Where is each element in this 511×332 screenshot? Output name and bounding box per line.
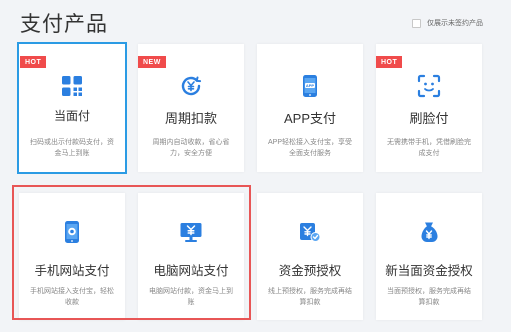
product-card-pc-site-pay[interactable]: 电脑网站支付 电脑网站付款，资金马上到账 [138,193,244,320]
face-scan-icon [417,74,441,98]
unsigned-only-filter[interactable]: 仅展示未签约产品 [412,18,483,28]
pc-site-icon [180,223,202,242]
preauth-icon [300,223,321,242]
product-desc: 当面预授权，服务完成再结算扣款 [387,288,471,306]
cycle-yuan-icon [181,76,202,96]
product-name: 电脑网站支付 [153,264,229,278]
product-desc: APP轻松接入支付宝，享受全面支付服务 [267,139,352,157]
hot-badge: HOT [20,56,47,68]
page-title: 支付产品 [20,13,108,36]
product-card-mobile-site-pay[interactable]: 手机网站支付 手机网站接入支付宝，轻松收款 [19,193,125,320]
product-name: 当面付 [53,109,90,123]
svg-text:APP: APP [306,83,315,88]
product-desc: 手机网站接入支付宝，轻松收款 [30,288,114,306]
product-desc: 扫码或出示付款码支付，资金马上到账 [30,139,114,157]
product-desc: 无需携带手机，凭借刷脸完成支付 [387,139,471,157]
money-bag-icon [421,222,438,242]
app-phone-icon: APP [303,75,317,97]
product-desc: 电脑网站付款，资金马上到账 [149,288,233,306]
product-card-face-to-face[interactable]: HOT 当面付 扫码或出示付款码支付，资金马上到账 [17,42,127,174]
product-name: 新当面资金授权 [385,264,473,278]
mobile-site-icon [65,221,79,243]
product-card-periodic-deduction[interactable]: NEW 周期扣款 周期内自动收款，省心省力，安全方便 [138,44,244,172]
filter-label: 仅展示未签约产品 [427,20,483,27]
filter-checkbox[interactable] [412,18,421,28]
product-card-new-f2f-fund-auth[interactable]: 新当面资金授权 当面预授权，服务完成再结算扣款 [376,193,482,320]
product-name: 资金预授权 [278,264,342,278]
product-name: 周期扣款 [164,111,217,126]
product-card-app-pay[interactable]: APP APP支付 APP轻松接入支付宝，享受全面支付服务 [257,44,363,172]
hot-badge: HOT [376,56,403,68]
product-card-fund-preauth[interactable]: 资金预授权 线上预授权，服务完成再结算扣款 [257,193,363,320]
product-desc: 周期内自动收款，省心省力，安全方便 [152,139,230,157]
product-desc: 线上预授权，服务完成再结算扣款 [268,288,352,306]
product-card-face-pay[interactable]: HOT 刷脸付 无需携带手机，凭借刷脸完成支付 [376,44,482,172]
product-name: 手机网站支付 [34,264,110,278]
new-badge: NEW [138,56,166,68]
qr-code-icon [62,76,82,96]
product-name: APP支付 [283,111,336,126]
product-name: 刷脸付 [409,111,449,126]
